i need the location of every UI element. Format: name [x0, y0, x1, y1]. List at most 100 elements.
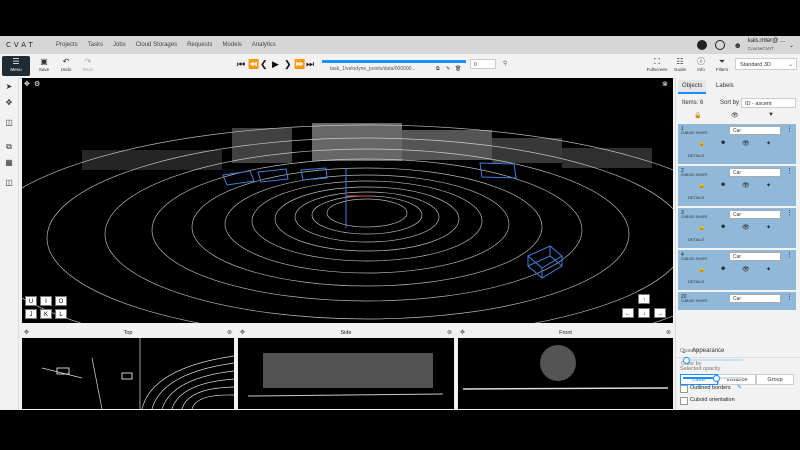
user-menu[interactable]: kais.mter@ ... CourseCVAT: [748, 38, 785, 52]
user-icon[interactable]: ☻: [733, 41, 741, 50]
arrow-right-button[interactable]: →: [654, 308, 666, 318]
more-icon[interactable]: ⋮: [786, 167, 793, 175]
rotate-key-l[interactable]: L: [55, 309, 67, 319]
user-icon[interactable]: ☻: [720, 266, 726, 272]
filters-button[interactable]: ⏷ Filters: [712, 57, 732, 72]
rotate-key-i[interactable]: I: [40, 296, 52, 306]
top-view[interactable]: Top ✥ ⊗: [22, 329, 234, 409]
lock-icon[interactable]: 🔒: [698, 224, 705, 231]
details-toggle[interactable]: DETAILS: [688, 195, 704, 200]
arrow-down-button[interactable]: ↓: [638, 308, 650, 318]
rotate-key-k[interactable]: K: [40, 309, 52, 319]
close-icon[interactable]: ⊗: [227, 329, 232, 338]
object-label-select[interactable]: Car: [729, 168, 781, 177]
frame-number-input[interactable]: 0: [470, 59, 496, 69]
pin-icon[interactable]: ✦: [766, 182, 771, 189]
front-view[interactable]: Front ✥ ⊗: [458, 329, 673, 409]
save-button[interactable]: ▣ Save: [34, 57, 54, 72]
sort-select[interactable]: ID - ascent: [741, 98, 796, 108]
object-label-select[interactable]: Car: [729, 210, 781, 219]
more-icon[interactable]: ⋮: [786, 293, 793, 301]
nav-requests[interactable]: Requests: [187, 42, 212, 48]
object-label-select[interactable]: Car: [729, 126, 781, 135]
rotate-key-u[interactable]: U: [25, 296, 37, 306]
delete-icon[interactable]: 🗑: [455, 66, 461, 72]
github-icon[interactable]: [697, 40, 708, 50]
redo-button[interactable]: ↷ Redo: [78, 57, 98, 72]
more-icon[interactable]: ⋮: [786, 251, 793, 259]
back-step-icon[interactable]: ⏪: [248, 59, 259, 70]
eye-icon[interactable]: 👁: [742, 224, 750, 231]
forward-step-icon[interactable]: ⏩: [294, 59, 305, 70]
expand-all-icon[interactable]: ▼: [768, 112, 774, 118]
last-frame-icon[interactable]: ⏭: [306, 59, 314, 70]
more-icon[interactable]: ⋮: [786, 125, 793, 133]
settings-icon[interactable]: ⚙: [34, 80, 40, 88]
lock-all-icon[interactable]: 🔒: [694, 112, 701, 119]
rotate-key-o[interactable]: O: [55, 296, 67, 306]
menu-button[interactable]: ☰ Menu: [2, 56, 30, 76]
next-icon[interactable]: ❯: [284, 59, 292, 70]
draw-cuboid-icon[interactable]: ◫: [4, 118, 14, 128]
object-item-1[interactable]: 1 CUBOID SHAPE Car ⋮ 🔒 ☻ 👁 ✦ DETAILS: [678, 124, 796, 164]
outlined-borders-checkbox[interactable]: [680, 385, 688, 393]
lock-icon[interactable]: 🔒: [698, 140, 705, 147]
tab-labels[interactable]: Labels: [712, 80, 738, 92]
merge-icon[interactable]: ⧉: [4, 142, 14, 152]
help-icon[interactable]: [715, 40, 726, 50]
nav-jobs[interactable]: Jobs: [113, 42, 126, 48]
object-item-4[interactable]: 4 CUBOID SHAPE Car ⋮ 🔒 ☻ 👁 ✦ DETAILS: [678, 250, 796, 290]
search-icon[interactable]: ⚲: [503, 60, 507, 67]
nav-projects[interactable]: Projects: [56, 42, 78, 48]
user-icon[interactable]: ☻: [720, 224, 726, 230]
frame-slider[interactable]: [322, 60, 466, 63]
pin-icon[interactable]: ✦: [766, 224, 771, 231]
opacity-slider[interactable]: [683, 357, 743, 364]
lock-icon[interactable]: 🔒: [698, 266, 705, 273]
cvat-logo[interactable]: CVAT: [6, 41, 46, 49]
eye-all-icon[interactable]: 👁: [731, 112, 739, 119]
user-icon[interactable]: ☻: [720, 140, 726, 146]
user-icon[interactable]: ☻: [720, 182, 726, 188]
nav-analytics[interactable]: Analytics: [252, 42, 276, 48]
eye-icon[interactable]: 👁: [742, 182, 750, 189]
arrow-up-button[interactable]: ↑: [638, 294, 650, 304]
lock-icon[interactable]: 🔒: [698, 182, 705, 189]
object-item-22[interactable]: 22 CUBOID SHAPE Car ⋮: [678, 292, 796, 310]
fit-icon[interactable]: ✥: [24, 329, 29, 338]
first-frame-icon[interactable]: ⏮: [237, 59, 245, 70]
details-toggle[interactable]: DETAILS: [688, 279, 704, 284]
object-label-select[interactable]: Car: [729, 294, 781, 303]
nav-tasks[interactable]: Tasks: [88, 42, 103, 48]
eye-icon[interactable]: 👁: [742, 266, 750, 273]
fit-icon[interactable]: ✥: [460, 329, 465, 338]
pin-icon[interactable]: ✦: [766, 266, 771, 273]
close-icon[interactable]: ⊗: [662, 80, 668, 88]
more-icon[interactable]: ⋮: [786, 209, 793, 217]
object-label-select[interactable]: Car: [729, 252, 781, 261]
cuboid-orientation-checkbox[interactable]: [680, 397, 688, 405]
workspace-select[interactable]: Standard 3D ⌄: [735, 58, 797, 70]
undo-button[interactable]: ↶ Undo: [56, 57, 76, 72]
close-icon[interactable]: ⊗: [666, 329, 671, 338]
selected-opacity-slider[interactable]: [683, 375, 743, 382]
perspective-canvas[interactable]: ✥ ⚙ ⊗ U I O J K L ↑ ← ↓ →: [22, 78, 673, 323]
previous-icon[interactable]: ❮: [260, 59, 268, 70]
details-toggle[interactable]: DETAILS: [688, 153, 704, 158]
split-icon[interactable]: ◫: [4, 178, 14, 188]
cursor-icon[interactable]: ➤: [4, 82, 14, 92]
side-view[interactable]: Side ✥ ⊗: [238, 329, 454, 409]
object-item-3[interactable]: 3 CUBOID SHAPE Car ⋮ 🔒 ☻ 👁 ✦ DETAILS: [678, 208, 796, 248]
fit-icon[interactable]: ✥: [240, 329, 245, 338]
chevron-down-icon[interactable]: ⌄: [789, 42, 794, 49]
copy-icon[interactable]: ⧉: [436, 66, 440, 72]
arrow-left-button[interactable]: ←: [622, 308, 634, 318]
info-button[interactable]: ⓘ Info: [691, 57, 711, 72]
pencil-icon[interactable]: ✎: [737, 384, 742, 391]
object-item-2[interactable]: 2 CUBOID SHAPE Car ⋮ 🔒 ☻ 👁 ✦ DETAILS: [678, 166, 796, 206]
edit-icon[interactable]: ✎: [446, 66, 450, 72]
nav-models[interactable]: Models: [222, 42, 241, 48]
close-icon[interactable]: ⊗: [447, 329, 452, 338]
guide-button[interactable]: ☷ Guide: [670, 57, 690, 72]
nav-cloud-storages[interactable]: Cloud Storages: [136, 42, 177, 48]
